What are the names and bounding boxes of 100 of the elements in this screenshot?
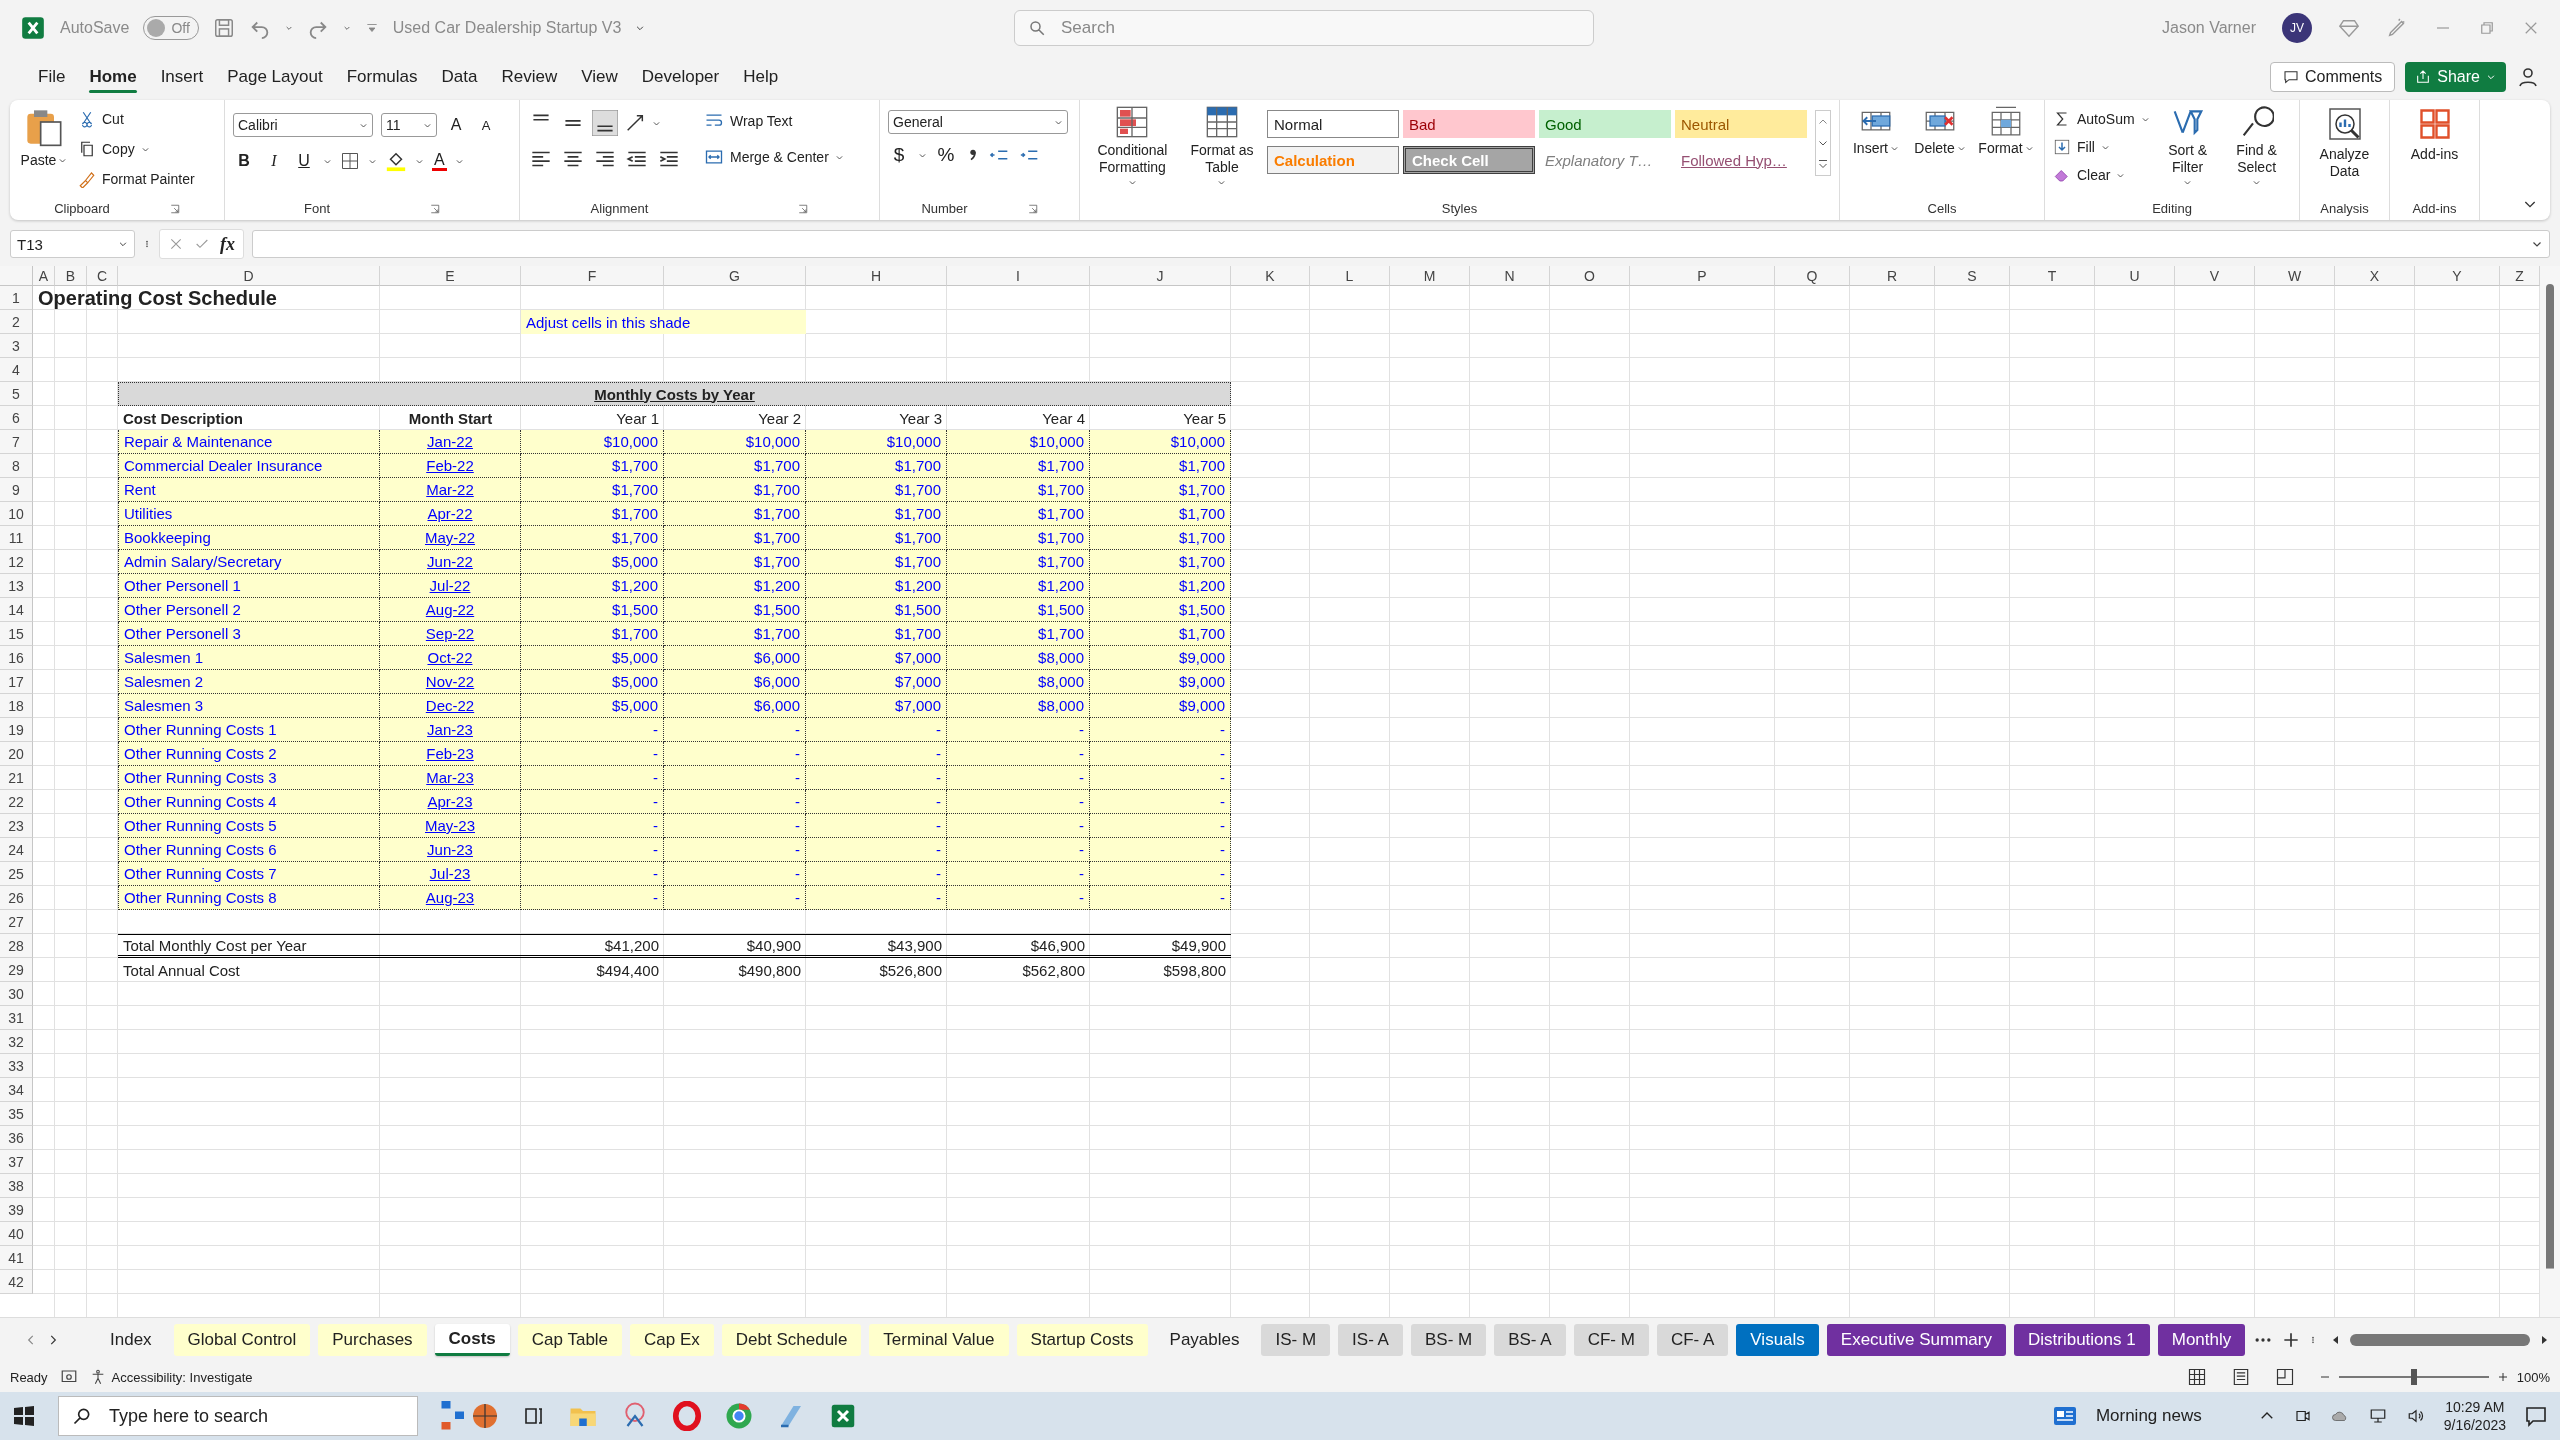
row-header[interactable]: 40	[0, 1222, 33, 1246]
sheet-tab[interactable]: Debt Schedule	[721, 1324, 862, 1356]
find-select-button[interactable]: Find & Select	[2225, 106, 2288, 201]
sheet-tab[interactable]: Cap Table	[517, 1324, 623, 1356]
row-header[interactable]: 11	[0, 526, 33, 550]
menu-tab[interactable]: Review	[491, 61, 568, 93]
date-link[interactable]: Feb-23	[380, 742, 521, 766]
column-header[interactable]: R	[1850, 266, 1935, 286]
zoom-slider-thumb[interactable]	[2410, 1369, 2417, 1385]
normal-view-icon[interactable]	[2186, 1367, 2207, 1387]
news-widget-label[interactable]: Morning news	[2095, 1406, 2202, 1426]
decrease-font-size-button[interactable]: A	[475, 117, 497, 133]
column-header[interactable]: M	[1390, 266, 1470, 286]
conditional-formatting-button[interactable]: Conditional Formatting	[1088, 106, 1177, 201]
cell-style[interactable]: Normal	[1267, 110, 1399, 138]
date-link[interactable]: Mar-22	[380, 478, 521, 502]
align-bottom-icon[interactable]	[592, 110, 618, 136]
dialog-launcher-icon[interactable]	[169, 203, 180, 214]
date-link[interactable]: Apr-23	[380, 790, 521, 814]
paste-button[interactable]: Paste	[18, 106, 70, 201]
column-header[interactable]: O	[1550, 266, 1630, 286]
page-break-icon[interactable]	[2274, 1367, 2295, 1387]
sheet-tab[interactable]: Cap Ex	[630, 1324, 714, 1356]
row-header[interactable]: 32	[0, 1030, 33, 1054]
copy-button[interactable]: Copy	[78, 136, 195, 162]
row-header[interactable]: 18	[0, 694, 33, 718]
row-header[interactable]: 6	[0, 406, 33, 430]
sheet-tab[interactable]: Global Control	[173, 1324, 311, 1356]
share-button[interactable]: Share	[2405, 62, 2506, 92]
date-link[interactable]: May-23	[380, 814, 521, 838]
column-header[interactable]: T	[2010, 266, 2095, 286]
column-header[interactable]: X	[2335, 266, 2415, 286]
bold-button[interactable]: B	[233, 152, 255, 170]
row-header[interactable]: 34	[0, 1078, 33, 1102]
comments-button[interactable]: Comments	[2269, 62, 2396, 92]
row-header[interactable]: 14	[0, 598, 33, 622]
increase-font-size-button[interactable]: A	[445, 116, 467, 134]
dialog-launcher-icon[interactable]	[798, 203, 809, 214]
row-header[interactable]: 30	[0, 982, 33, 1006]
customize-icon[interactable]	[364, 21, 379, 35]
autosum-button[interactable]: AutoSum	[2053, 106, 2150, 132]
italic-button[interactable]: I	[263, 152, 285, 170]
column-header[interactable]: U	[2095, 266, 2175, 286]
row-header[interactable]: 27	[0, 910, 33, 934]
row-header[interactable]: 19	[0, 718, 33, 742]
date-link[interactable]: Mar-23	[380, 766, 521, 790]
column-header[interactable]: K	[1231, 266, 1310, 286]
date-link[interactable]: Jan-23	[380, 718, 521, 742]
cell-style[interactable]: Followed Hyp…	[1675, 146, 1807, 174]
date-link[interactable]: Dec-22	[380, 694, 521, 718]
menu-tab[interactable]: Data	[431, 61, 488, 93]
sort-filter-button[interactable]: Sort & Filter	[2157, 106, 2218, 201]
taskbar-search-field[interactable]: Type here to search	[58, 1396, 418, 1436]
accessibility-button[interactable]: Accessibility: Investigate	[89, 1364, 253, 1390]
font-size-dropdown[interactable]: 11	[381, 113, 437, 137]
row-header[interactable]: 8	[0, 454, 33, 478]
zoom-percent[interactable]: 100%	[2516, 1369, 2550, 1385]
sheet-tab[interactable]: Index	[96, 1324, 166, 1356]
sheet-tab[interactable]: Startup Costs	[1016, 1324, 1148, 1356]
column-header[interactable]: J	[1090, 266, 1231, 286]
analyze-data-button[interactable]: Analyze Data	[2309, 106, 2380, 201]
currency-button[interactable]: $	[888, 144, 910, 166]
clear-button[interactable]: Clear	[2053, 162, 2150, 188]
zoom-in-icon[interactable]	[2496, 1371, 2509, 1383]
insert-cells-button[interactable]: Insert	[1848, 106, 1904, 201]
menu-tab[interactable]: Developer	[631, 61, 730, 93]
row-header[interactable]: 21	[0, 766, 33, 790]
sheet-tab[interactable]: IS- M	[1261, 1324, 1331, 1356]
row-header[interactable]: 1	[0, 286, 33, 310]
date-link[interactable]: Sep-22	[380, 622, 521, 646]
font-name-dropdown[interactable]: Calibri	[233, 113, 373, 137]
borders-icon[interactable]	[340, 151, 360, 171]
date-link[interactable]: Feb-22	[380, 454, 521, 478]
more-styles-icon[interactable]	[1816, 158, 1830, 171]
column-header[interactable]: H	[806, 266, 947, 286]
sheet-tab[interactable]: Monthly	[2157, 1324, 2246, 1356]
sheet-tab[interactable]: CF- M	[1573, 1324, 1649, 1356]
row-header[interactable]: 22	[0, 790, 33, 814]
delete-cells-button[interactable]: Delete	[1912, 106, 1968, 201]
date-link[interactable]: Apr-22	[380, 502, 521, 526]
sheet-tab[interactable]: BS- M	[1410, 1324, 1487, 1356]
row-header[interactable]: 26	[0, 886, 33, 910]
sheet-tab[interactable]: CF- A	[1656, 1324, 1729, 1356]
column-header[interactable]: B	[55, 266, 87, 286]
user-avatar[interactable]: JV	[2282, 13, 2312, 43]
column-header[interactable]: L	[1310, 266, 1390, 286]
wrap-text-button[interactable]: Wrap Text	[704, 108, 844, 134]
row-header[interactable]: 33	[0, 1054, 33, 1078]
menu-tab[interactable]: Page Layout	[217, 61, 333, 93]
merge-center-button[interactable]: Merge & Center	[704, 144, 844, 170]
row-header[interactable]: 20	[0, 742, 33, 766]
percent-button[interactable]: %	[935, 144, 957, 166]
format-cells-button[interactable]: Format	[1976, 106, 2036, 201]
menu-tab[interactable]: View	[571, 61, 628, 93]
vertical-scrollbar[interactable]	[2540, 266, 2560, 1317]
row-header[interactable]: 2	[0, 310, 33, 334]
row-header[interactable]: 17	[0, 670, 33, 694]
row-header[interactable]: 4	[0, 358, 33, 382]
column-header[interactable]: D	[118, 266, 380, 286]
column-header[interactable]: Q	[1775, 266, 1850, 286]
